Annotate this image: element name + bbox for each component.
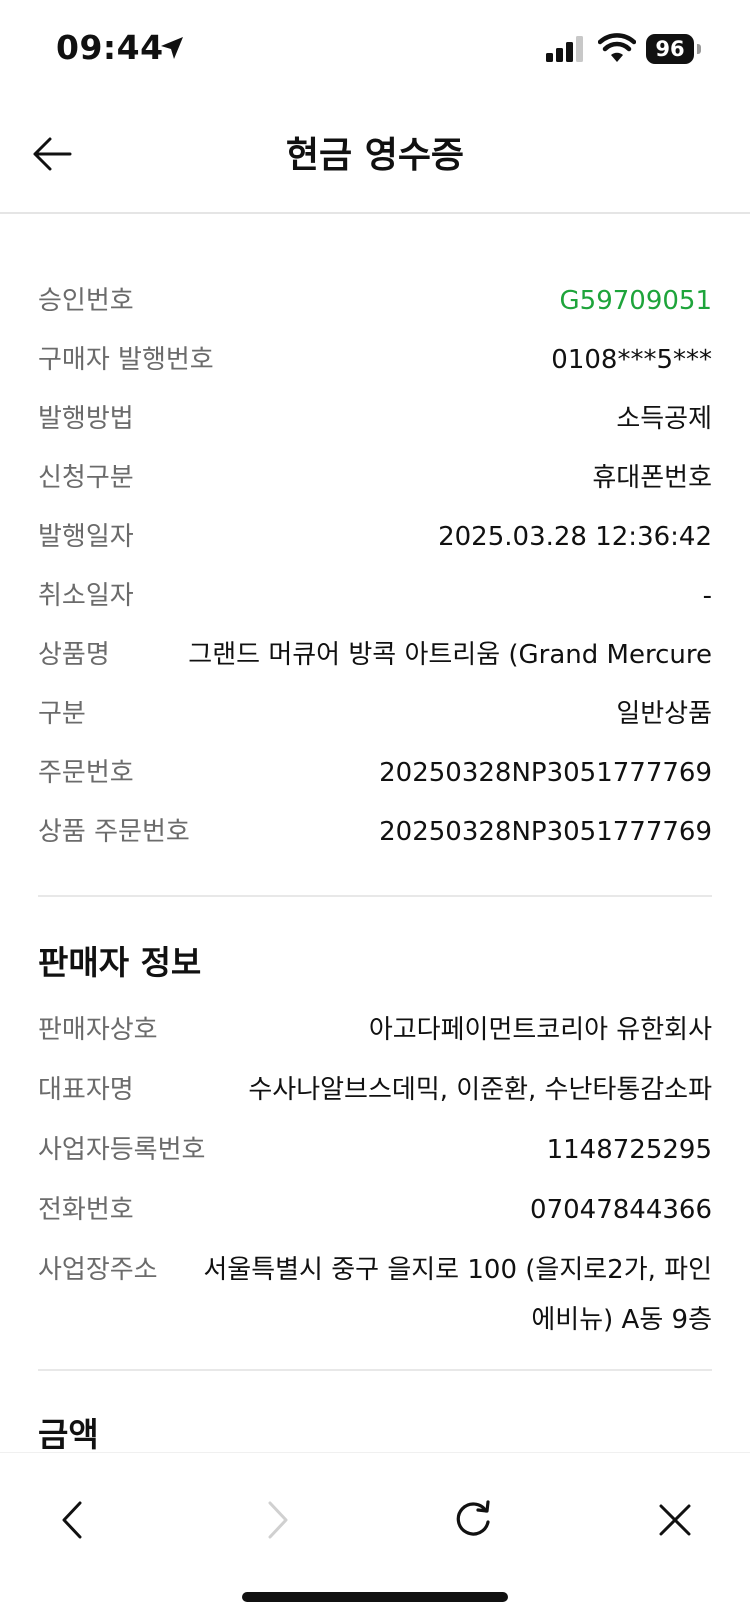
receipt-row-request-type: 신청구분 휴대폰번호 (38, 458, 712, 498)
status-bar: 09:44 96 (0, 0, 750, 100)
row-value: 20250328NP3051777769 (379, 817, 712, 847)
receipt-row-buyer-number: 구매자 발행번호 0108***5*** (38, 340, 712, 380)
row-label: 상품명 (38, 640, 110, 670)
row-value: 20250328NP3051777769 (379, 758, 712, 788)
row-label: 승인번호 (38, 286, 134, 316)
receipt-row-product-name: 상품명 그랜드 머큐어 방콕 아트리움 (Grand Mercure (38, 635, 712, 675)
battery-cap (697, 44, 701, 54)
section-divider (38, 1369, 712, 1371)
row-value: 소득공제 (616, 404, 712, 434)
row-value: 휴대폰번호 (592, 463, 712, 493)
row-label: 판매자상호 (38, 1015, 158, 1045)
row-label: 발행일자 (38, 522, 134, 552)
row-value: 아고다페이먼트코리아 유한회사 (368, 1015, 712, 1045)
row-label: 전화번호 (38, 1195, 134, 1225)
receipt-row-approval: 승인번호 G59709051 (38, 281, 712, 321)
row-label: 발행방법 (38, 404, 134, 434)
wifi-icon (598, 33, 636, 62)
row-label: 사업장주소 (38, 1255, 158, 1285)
receipt-row-issue-date: 발행일자 2025.03.28 12:36:42 (38, 517, 712, 557)
row-label: 구분 (38, 699, 86, 729)
section-divider (38, 895, 712, 897)
chevron-right-icon[interactable] (250, 1495, 300, 1545)
row-value: 일반상품 (616, 699, 712, 729)
row-label: 신청구분 (38, 463, 134, 493)
battery-icon: 96 (646, 34, 701, 64)
row-value: 그랜드 머큐어 방콕 아트리움 (Grand Mercure (188, 640, 712, 670)
row-value: 1148725295 (546, 1135, 712, 1165)
row-value: 07047844366 (530, 1195, 712, 1225)
location-arrow-icon (161, 37, 183, 59)
chevron-left-icon[interactable] (50, 1495, 100, 1545)
row-value: 서울특별시 중구 을지로 100 (을지로2가, 파인 에비뉴) A동 9층 (203, 1255, 712, 1335)
seller-row-address: 사업장주소 서울특별시 중구 을지로 100 (을지로2가, 파인 에비뉴) A… (38, 1250, 712, 1345)
page-title: 현금 영수증 (285, 135, 465, 176)
cellular-signal-icon (546, 36, 583, 62)
seller-row-business-number: 사업자등록번호 1148725295 (38, 1130, 712, 1170)
seller-row-representative: 대표자명 수사나알브스데믹, 이준환, 수난타통감소파 (38, 1070, 712, 1110)
row-value: 0108***5*** (551, 345, 712, 375)
seller-row-phone: 전화번호 07047844366 (38, 1190, 712, 1230)
close-icon[interactable] (650, 1495, 700, 1545)
receipt-row-issue-method: 발행방법 소득공제 (38, 399, 712, 439)
receipt-row-cancel-date: 취소일자 - (38, 576, 712, 616)
page-header: 현금 영수증 (0, 100, 750, 214)
status-time: 09:44 (56, 28, 164, 67)
reload-icon[interactable] (448, 1495, 498, 1545)
row-value: 수사나알브스데믹, 이준환, 수난타통감소파 (248, 1075, 712, 1105)
row-label: 주문번호 (38, 758, 134, 788)
seller-section-title: 판매자 정보 (38, 943, 202, 982)
seller-row-company: 판매자상호 아고다페이먼트코리아 유한회사 (38, 1010, 712, 1050)
battery-level: 96 (646, 34, 694, 64)
receipt-row-category: 구분 일반상품 (38, 694, 712, 734)
receipt-row-order-number: 주문번호 20250328NP3051777769 (38, 753, 712, 793)
row-label: 취소일자 (38, 581, 134, 611)
home-indicator[interactable] (242, 1592, 508, 1602)
receipt-row-product-order-number: 상품 주문번호 20250328NP3051777769 (38, 812, 712, 852)
row-label: 구매자 발행번호 (38, 345, 214, 375)
row-label: 사업자등록번호 (38, 1135, 206, 1165)
row-label: 대표자명 (38, 1075, 134, 1105)
row-value: 2025.03.28 12:36:42 (438, 522, 712, 552)
row-label: 상품 주문번호 (38, 817, 190, 847)
approval-number: G59709051 (559, 286, 712, 316)
amount-section-title: 금액 (38, 1415, 99, 1454)
row-value: - (702, 581, 712, 611)
